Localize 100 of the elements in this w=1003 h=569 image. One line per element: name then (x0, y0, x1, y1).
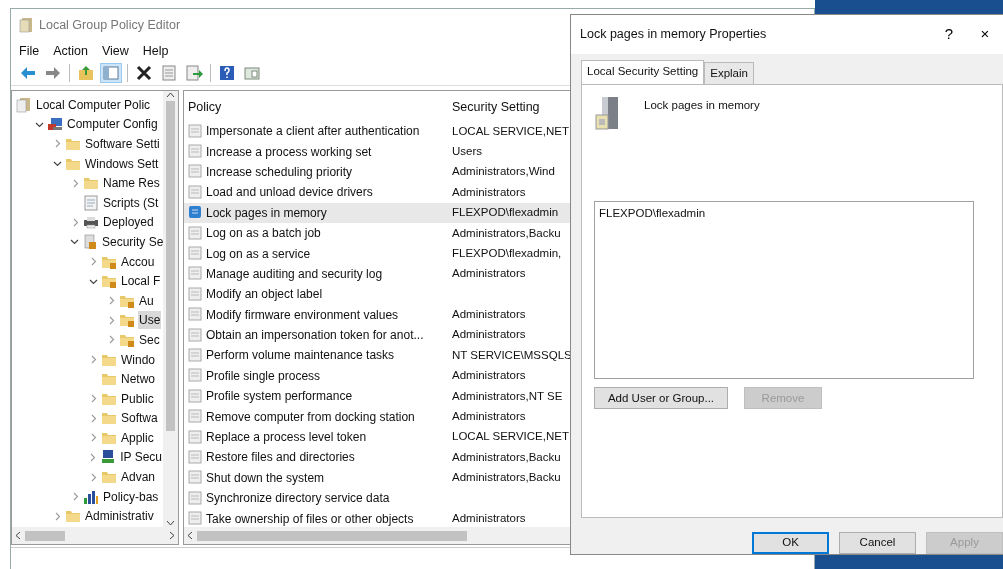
help-button[interactable]: ? (931, 19, 967, 50)
tree-item[interactable]: Computer Config (12, 114, 163, 135)
policy-icon (594, 95, 620, 132)
properties-icon (160, 64, 178, 82)
menu-item[interactable]: Action (53, 41, 88, 61)
policy-icon (188, 368, 203, 384)
dialog-button[interactable]: Cancel (839, 532, 916, 554)
policy-row[interactable]: Impersonate a client after authentication LOCAL SERVICE,NET (184, 121, 813, 142)
tree-item[interactable]: Advan (12, 467, 163, 487)
scroll-thumb[interactable] (197, 530, 467, 541)
tree-item[interactable]: Softwa (12, 408, 163, 429)
menu-item[interactable]: Help (142, 41, 169, 61)
scroll-thumb[interactable] (166, 101, 175, 431)
chevron-icon[interactable] (52, 159, 62, 169)
tree-item[interactable]: Sec (12, 330, 163, 350)
tree-item[interactable]: Netwo (12, 369, 163, 389)
setting-cell-text: Administrators,Backu (451, 225, 562, 241)
tree-item[interactable]: Windo (12, 349, 163, 370)
tree-item[interactable]: Au (12, 290, 163, 311)
tree-item[interactable]: Administrativ (12, 506, 163, 527)
tree-item[interactable]: Accou (12, 251, 163, 272)
policy-name-cell: Synchronize directory service data (184, 489, 448, 508)
setting-cell-text: Administrators (451, 307, 527, 323)
policy-row[interactable]: Take ownership of files or other objects Administrators (184, 508, 813, 527)
tree-item[interactable]: Applic (12, 428, 163, 448)
tree-item[interactable]: IP Secu (12, 447, 163, 468)
policy-row[interactable]: Load and unload device drivers Administrators (184, 182, 813, 203)
policy-name-cell: Modify an object label (184, 285, 448, 304)
scroll-left-icon[interactable] (15, 531, 21, 540)
close-button[interactable]: × (967, 19, 1003, 50)
vertical-scrollbar[interactable] (163, 91, 178, 527)
chevron-icon[interactable] (70, 237, 79, 247)
window-title: Local Group Policy Editor (39, 16, 181, 34)
policy-icon (188, 266, 203, 282)
tree-item[interactable]: Policy-bas (12, 486, 163, 507)
folder-icon (101, 410, 117, 427)
scroll-right-icon[interactable] (169, 531, 175, 540)
policy-name-cell: Log on as a service (184, 244, 448, 263)
app-icon (19, 17, 33, 34)
setting-cell-text: Administrators,Backu (451, 449, 562, 465)
tree-item[interactable]: Public (12, 388, 163, 409)
policy-icon (188, 184, 203, 200)
dialog-title: Lock pages in memory Properties (580, 26, 768, 44)
policy-row[interactable]: Increase scheduling priority Administrators,Wind (184, 161, 813, 183)
tree-item[interactable]: Local Computer Polic (12, 95, 163, 115)
tree-item[interactable]: Deployed (12, 212, 163, 233)
column-header[interactable]: Security Setting (448, 98, 568, 117)
computer-icon (47, 116, 63, 133)
folder-icon (65, 136, 81, 152)
setting-cell-text: Administrators (451, 327, 527, 343)
tree-item[interactable]: Windows Sett (12, 153, 163, 174)
lock-folder-icon (119, 312, 135, 329)
dialog-button[interactable]: Add User or Group... (594, 387, 728, 410)
tree-item[interactable]: Security Se (12, 232, 163, 252)
policy-icon (188, 327, 203, 343)
policy-icon (188, 429, 203, 445)
export-icon (185, 64, 203, 82)
tree-item[interactable]: Software Setti (12, 134, 163, 154)
policy-icon (188, 307, 203, 323)
policy-icon (188, 348, 203, 363)
policy-name-cell: Increase a process working set (184, 142, 448, 161)
policy-icon (188, 470, 203, 486)
scroll-left-icon[interactable] (187, 531, 193, 540)
view-icon (243, 64, 261, 82)
column-header[interactable]: Policy (184, 98, 448, 117)
policy-icon (188, 225, 203, 241)
policy-icon (188, 511, 203, 527)
menu-item[interactable]: View (101, 41, 129, 61)
policy-row[interactable]: Replace a process level token LOCAL SERVICE,NET (184, 426, 813, 448)
policy-row[interactable]: Shut down the system Administrators,Backu (184, 467, 813, 489)
setting-cell-text: Administrators (451, 266, 527, 282)
policy-name-cell: Shut down the system (184, 468, 448, 487)
policy-name-cell: Impersonate a client after authentication (184, 122, 448, 141)
setting-cell-text: Administrators,Backu (451, 470, 562, 486)
policy-row[interactable]: Increase a process working set Users (184, 141, 813, 162)
tab[interactable]: Local Security Setting (581, 59, 705, 85)
tree-view-icon (102, 64, 120, 82)
policy-name-cell: Log on as a batch job (184, 224, 448, 243)
scroll-up-icon[interactable] (166, 91, 175, 99)
setting-cell-text: Users (451, 143, 484, 159)
tree-item[interactable]: Local F (12, 271, 163, 291)
tree-item[interactable]: Name Res (12, 173, 163, 193)
folder-icon (101, 469, 117, 486)
menu-item[interactable]: File (19, 41, 40, 61)
tree-item[interactable]: Scripts (St (12, 192, 163, 213)
policy-row[interactable]: Synchronize directory service data (184, 488, 813, 509)
horizontal-scrollbar[interactable] (12, 527, 178, 544)
tab[interactable]: Explain (704, 61, 754, 85)
policy-row[interactable]: Restore files and directories Administrators,Backu (184, 447, 813, 468)
scroll-down-icon[interactable] (166, 519, 175, 527)
scroll-thumb[interactable] (25, 530, 65, 541)
chart-icon (83, 488, 99, 505)
printer-icon (83, 214, 99, 231)
setting-cell-text: FLEXPOD\flexadmin (451, 205, 560, 221)
policy-icon (188, 490, 203, 506)
tree-item[interactable]: Use (12, 310, 163, 331)
policy-name-cell: Increase scheduling priority (184, 162, 448, 181)
members-list[interactable]: FLEXPOD\flexadmin (594, 201, 974, 380)
dialog-button[interactable]: OK (752, 532, 829, 554)
policy-name-cell: Manage auditing and security log (184, 264, 448, 283)
